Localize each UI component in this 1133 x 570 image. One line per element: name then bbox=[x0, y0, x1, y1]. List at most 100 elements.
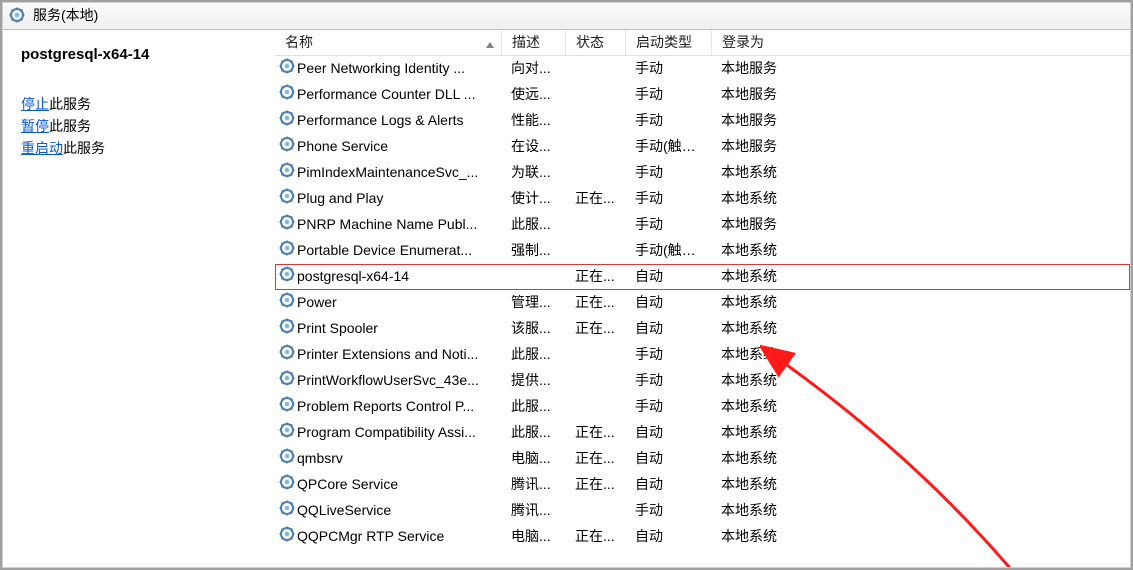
service-name-cell: Phone Service bbox=[275, 136, 501, 158]
service-row[interactable]: qmbsrv电脑...正在...自动本地系统 bbox=[275, 446, 1130, 472]
service-name-cell: Plug and Play bbox=[275, 188, 501, 210]
service-row[interactable]: PNRP Machine Name Publ...此服...手动本地服务 bbox=[275, 212, 1130, 238]
service-row[interactable]: Performance Counter DLL ...使远...手动本地服务 bbox=[275, 82, 1130, 108]
gear-icon bbox=[279, 396, 295, 418]
service-logon: 本地系统 bbox=[711, 267, 831, 287]
service-name-cell: PrintWorkflowUserSvc_43e... bbox=[275, 370, 501, 392]
gear-icon bbox=[279, 370, 295, 392]
service-name: PimIndexMaintenanceSvc_... bbox=[297, 163, 478, 183]
column-logon[interactable]: 登录为 bbox=[711, 30, 831, 55]
service-row[interactable]: Power管理...正在...自动本地系统 bbox=[275, 290, 1130, 316]
service-list: 名称 描述 状态 启动类型 登录为 bbox=[275, 30, 1130, 567]
service-name: QQPCMgr RTP Service bbox=[297, 527, 444, 547]
service-name-cell: Peer Networking Identity ... bbox=[275, 58, 501, 80]
service-state: 正在... bbox=[565, 423, 625, 443]
gear-icon bbox=[279, 110, 295, 132]
service-state: 正在... bbox=[565, 475, 625, 495]
service-desc: 管理... bbox=[501, 293, 565, 313]
service-name-cell: Program Compatibility Assi... bbox=[275, 422, 501, 444]
service-name-cell: Printer Extensions and Noti... bbox=[275, 344, 501, 366]
side-action-link[interactable]: 暂停 bbox=[21, 118, 49, 134]
service-logon: 本地服务 bbox=[711, 215, 831, 235]
service-logon: 本地服务 bbox=[711, 111, 831, 131]
service-row[interactable]: Phone Service在设...手动(触发...本地服务 bbox=[275, 134, 1130, 160]
side-action-suffix: 此服务 bbox=[49, 118, 91, 134]
service-row[interactable]: QQLiveService腾讯...手动本地系统 bbox=[275, 498, 1130, 524]
service-row[interactable]: Plug and Play使计...正在...手动本地系统 bbox=[275, 186, 1130, 212]
service-name: Peer Networking Identity ... bbox=[297, 59, 465, 79]
service-name-cell: Portable Device Enumerat... bbox=[275, 240, 501, 262]
service-logon: 本地系统 bbox=[711, 163, 831, 183]
service-row[interactable]: Program Compatibility Assi...此服...正在...自… bbox=[275, 420, 1130, 446]
column-name[interactable]: 名称 bbox=[275, 30, 501, 55]
service-desc: 提供... bbox=[501, 371, 565, 391]
service-logon: 本地系统 bbox=[711, 527, 831, 547]
gear-icon bbox=[279, 136, 295, 158]
service-logon: 本地系统 bbox=[711, 241, 831, 261]
service-row[interactable]: Performance Logs & Alerts 性能... 手动本地服务 bbox=[275, 108, 1130, 134]
service-start: 手动 bbox=[625, 163, 711, 183]
service-state: 正在... bbox=[565, 293, 625, 313]
side-action-link[interactable]: 重启动 bbox=[21, 140, 63, 156]
side-pane: postgresql-x64-14 停止此服务暂停此服务重启动此服务 bbox=[3, 30, 275, 567]
service-logon: 本地服务 bbox=[711, 59, 831, 79]
service-row[interactable]: QPCore Service腾讯...正在...自动本地系统 bbox=[275, 472, 1130, 498]
column-desc[interactable]: 描述 bbox=[501, 30, 565, 55]
gear-icon bbox=[279, 474, 295, 496]
service-name: Performance Counter DLL ... bbox=[297, 85, 475, 105]
service-state: 正在... bbox=[565, 319, 625, 339]
service-logon: 本地系统 bbox=[711, 423, 831, 443]
services-icon bbox=[9, 7, 27, 25]
service-state: 正在... bbox=[565, 527, 625, 547]
service-name-cell: Performance Counter DLL ... bbox=[275, 84, 501, 106]
service-desc: 电脑... bbox=[501, 449, 565, 469]
service-name: Phone Service bbox=[297, 137, 388, 157]
service-row[interactable]: Peer Networking Identity ...向对...手动本地服务 bbox=[275, 56, 1130, 82]
service-start: 自动 bbox=[625, 527, 711, 547]
service-name: Plug and Play bbox=[297, 189, 383, 209]
service-start: 手动 bbox=[625, 59, 711, 79]
gear-icon bbox=[279, 500, 295, 522]
service-desc: 使远... bbox=[501, 85, 565, 105]
service-row[interactable]: postgresql-x64-14正在...自动本地系统 bbox=[275, 264, 1130, 290]
selected-service-title: postgresql-x64-14 bbox=[21, 44, 257, 65]
service-name: postgresql-x64-14 bbox=[297, 267, 409, 287]
service-start: 自动 bbox=[625, 319, 711, 339]
column-headers: 名称 描述 状态 启动类型 登录为 bbox=[275, 30, 1130, 56]
service-row[interactable]: QQPCMgr RTP Service电脑...正在...自动本地系统 bbox=[275, 524, 1130, 550]
service-name-cell: postgresql-x64-14 bbox=[275, 266, 501, 288]
service-row[interactable]: Problem Reports Control P...此服...手动本地系统 bbox=[275, 394, 1130, 420]
titlebar-label: 服务(本地) bbox=[33, 6, 98, 26]
service-start: 手动 bbox=[625, 189, 711, 209]
service-name-cell: PimIndexMaintenanceSvc_... bbox=[275, 162, 501, 184]
service-start: 自动 bbox=[625, 293, 711, 313]
service-name-cell: QPCore Service bbox=[275, 474, 501, 496]
service-desc: 腾讯... bbox=[501, 501, 565, 521]
column-state[interactable]: 状态 bbox=[565, 30, 625, 55]
side-action-line: 停止此服务 bbox=[21, 93, 257, 115]
service-start: 手动(触发... bbox=[625, 137, 711, 157]
gear-icon bbox=[279, 188, 295, 210]
service-name-cell: qmbsrv bbox=[275, 448, 501, 470]
service-row[interactable]: Print Spooler该服...正在...自动本地系统 bbox=[275, 316, 1130, 342]
service-name: Performance Logs & Alerts bbox=[297, 111, 464, 131]
gear-icon bbox=[279, 318, 295, 340]
column-start[interactable]: 启动类型 bbox=[625, 30, 711, 55]
side-action-link[interactable]: 停止 bbox=[21, 96, 49, 112]
service-row[interactable]: PrintWorkflowUserSvc_43e...提供...手动本地系统 bbox=[275, 368, 1130, 394]
service-logon: 本地服务 bbox=[711, 85, 831, 105]
service-desc: 此服... bbox=[501, 215, 565, 235]
service-row[interactable]: PimIndexMaintenanceSvc_...为联...手动本地系统 bbox=[275, 160, 1130, 186]
side-action-line: 重启动此服务 bbox=[21, 137, 257, 159]
service-row[interactable]: Printer Extensions and Noti...此服...手动本地系… bbox=[275, 342, 1130, 368]
service-logon: 本地系统 bbox=[711, 475, 831, 495]
service-start: 自动 bbox=[625, 475, 711, 495]
side-action-suffix: 此服务 bbox=[63, 140, 105, 156]
service-logon: 本地服务 bbox=[711, 137, 831, 157]
service-name: QQLiveService bbox=[297, 501, 391, 521]
service-logon: 本地系统 bbox=[711, 319, 831, 339]
service-row[interactable]: Portable Device Enumerat...强制...手动(触发...… bbox=[275, 238, 1130, 264]
service-start: 手动 bbox=[625, 111, 711, 131]
service-desc: 性能... bbox=[501, 111, 565, 131]
sort-asc-icon bbox=[485, 36, 495, 46]
